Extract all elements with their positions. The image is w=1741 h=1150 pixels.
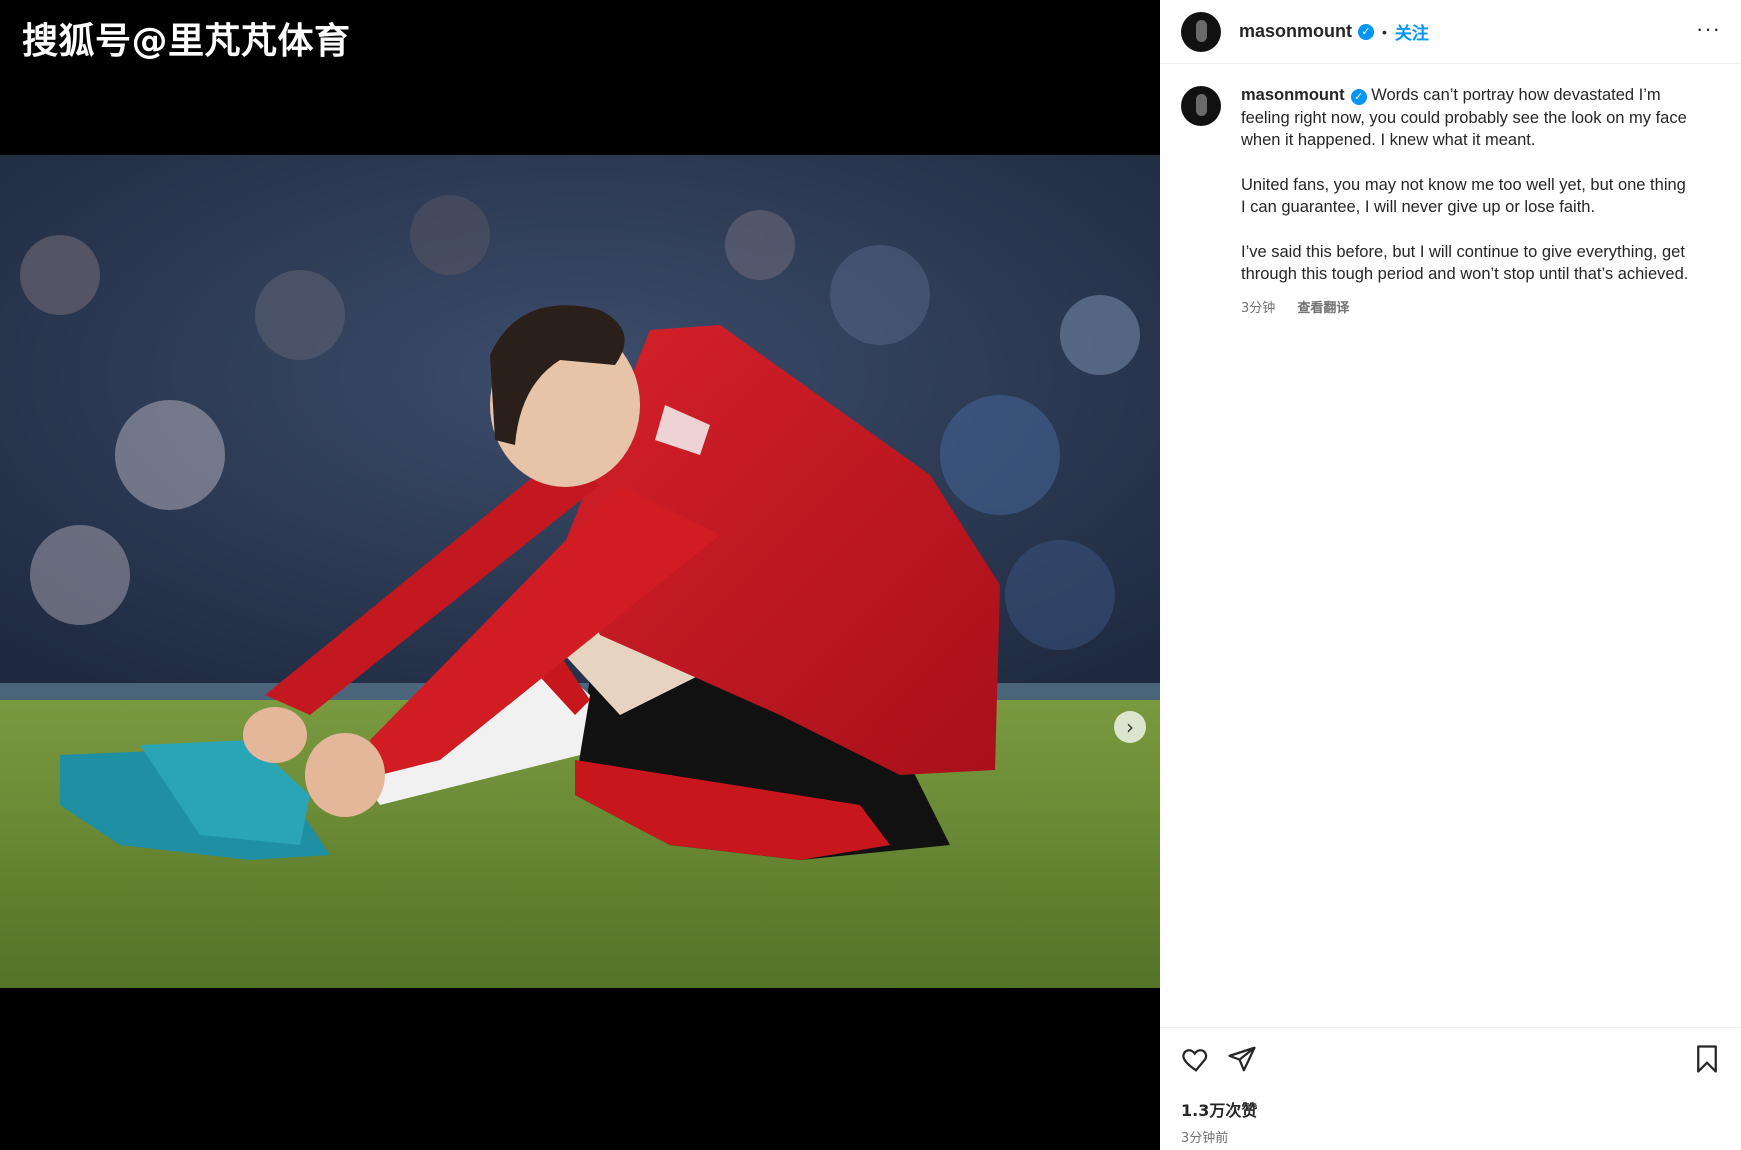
more-options-icon[interactable]: ···	[1696, 16, 1721, 42]
caption-age: 3分钟	[1241, 300, 1276, 316]
caption-avatar[interactable]	[1181, 86, 1221, 126]
likes-count[interactable]: 1.3万次赞	[1181, 1097, 1720, 1121]
instagram-post-viewer: 搜狐号@里芃芃体育 › masonmount ✓ • 关注 ··· masonm…	[0, 0, 1741, 1150]
send-icon[interactable]	[1227, 1044, 1257, 1074]
caption-paragraph-3: I’ve said this before, but I will contin…	[1241, 242, 1689, 284]
avatar[interactable]	[1181, 11, 1221, 52]
header-username[interactable]: masonmount	[1239, 21, 1352, 42]
post-header: masonmount ✓ • 关注 ···	[1160, 0, 1741, 64]
caption-username[interactable]: masonmount	[1241, 86, 1345, 104]
watermark: 搜狐号@里芃芃体育	[22, 21, 351, 62]
next-image-button[interactable]: ›	[1114, 711, 1146, 743]
post-photo[interactable]: ›	[0, 155, 1160, 988]
verified-badge-icon: ✓	[1358, 23, 1375, 40]
caption-meta: 3分钟 查看翻译	[1241, 298, 1693, 321]
photo-illustration	[0, 155, 1160, 988]
post-side-panel: masonmount ✓ • 关注 ··· masonmount ✓ Words …	[1160, 0, 1741, 1150]
caption-verified-badge-icon: ✓	[1350, 89, 1367, 106]
separator-dot: •	[1382, 23, 1387, 40]
follow-button[interactable]: 关注	[1395, 19, 1429, 44]
caption-text: masonmount ✓ Words can’t portray how deva…	[1241, 84, 1693, 320]
action-bar: 1.3万次赞 3分钟前	[1160, 1027, 1741, 1150]
heart-icon[interactable]	[1181, 1044, 1211, 1074]
caption-block: masonmount ✓ Words can’t portray how deva…	[1160, 64, 1741, 320]
see-translation-link[interactable]: 查看翻译	[1297, 301, 1349, 316]
bookmark-icon[interactable]	[1694, 1044, 1720, 1074]
post-time: 3分钟前	[1181, 1131, 1229, 1146]
action-icons	[1181, 1043, 1720, 1075]
caption-paragraph-2: United fans, you may not know me too wel…	[1241, 175, 1686, 217]
media-pane: 搜狐号@里芃芃体育 ›	[0, 0, 1160, 1150]
